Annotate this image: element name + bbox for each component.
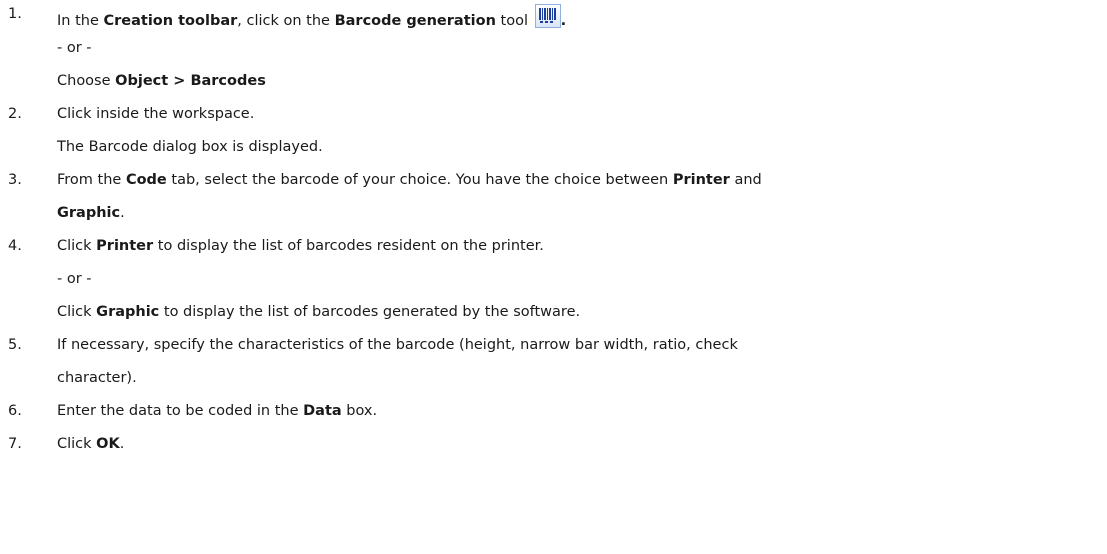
step-number: 5. [8, 337, 22, 353]
step-number: 4. [8, 238, 22, 254]
step-number: 6. [8, 403, 22, 419]
step-number: 1. [8, 6, 22, 22]
step-number: 2. [8, 106, 22, 122]
step-number: 3. [8, 172, 22, 188]
step-text: In the Creation toolbar, click on the Ba… [57, 4, 566, 31]
barcode-tool-icon [534, 4, 561, 28]
step-number: 7. [8, 436, 22, 452]
